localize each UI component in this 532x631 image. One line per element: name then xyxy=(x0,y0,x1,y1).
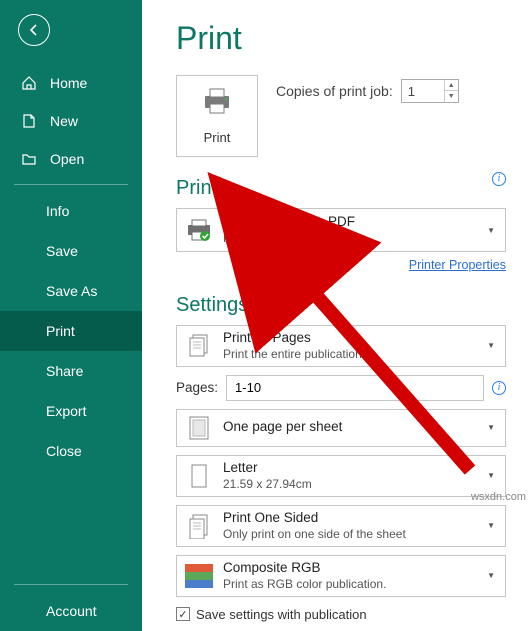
print-button-label: Print xyxy=(204,130,231,145)
main-pane: Print Print Copies of print job: 1 ▲ ▼ xyxy=(142,0,532,631)
chevron-down-icon: ▼ xyxy=(485,423,497,432)
save-settings-label: Save settings with publication xyxy=(196,607,367,622)
printer-status: Ready xyxy=(223,231,475,246)
open-icon xyxy=(20,150,38,168)
sided-sub: Only print on one side of the sheet xyxy=(223,527,475,542)
sidebar-divider xyxy=(14,584,128,585)
nav-new[interactable]: New xyxy=(0,102,142,140)
nav-new-label: New xyxy=(50,113,78,129)
color-dropdown[interactable]: Composite RGB Print as RGB color publica… xyxy=(176,555,506,597)
nav-save-as[interactable]: Save As xyxy=(0,271,142,311)
page-layout-dropdown[interactable]: One page per sheet ▼ xyxy=(176,409,506,447)
print-range-sub: Print the entire publication xyxy=(223,347,475,362)
nav-open-label: Open xyxy=(50,151,84,167)
copies-label: Copies of print job: xyxy=(276,83,393,99)
paper-size-dropdown[interactable]: Letter 21.59 x 27.94cm ▼ xyxy=(176,455,506,497)
nav-export[interactable]: Export xyxy=(0,391,142,431)
save-settings-row: ✓ Save settings with publication xyxy=(176,607,506,622)
nav-open[interactable]: Open xyxy=(0,140,142,178)
print-button[interactable]: Print xyxy=(176,75,258,157)
chevron-down-icon: ▼ xyxy=(485,471,497,480)
nav-share[interactable]: Share xyxy=(0,351,142,391)
back-arrow-icon xyxy=(26,22,42,38)
copies-row: Copies of print job: 1 ▲ ▼ xyxy=(276,79,459,103)
nav-print[interactable]: Print xyxy=(0,311,142,351)
save-settings-checkbox[interactable]: ✓ xyxy=(176,607,190,621)
color-sub: Print as RGB color publication. xyxy=(223,577,475,592)
paper-icon xyxy=(185,462,213,490)
chevron-down-icon: ▼ xyxy=(485,571,497,580)
page-title: Print xyxy=(176,20,506,57)
sided-title: Print One Sided xyxy=(223,510,475,527)
pages-input[interactable] xyxy=(226,375,484,401)
nav-info[interactable]: Info xyxy=(0,191,142,231)
printer-icon xyxy=(201,87,233,120)
page-layout-title: One page per sheet xyxy=(223,419,475,436)
rgb-icon xyxy=(185,562,213,590)
sided-dropdown[interactable]: Print One Sided Only print on one side o… xyxy=(176,505,506,547)
copies-up[interactable]: ▲ xyxy=(445,80,458,91)
print-range-dropdown[interactable]: Print All Pages Print the entire publica… xyxy=(176,325,506,367)
printer-device-icon xyxy=(185,216,213,244)
layout-icon xyxy=(185,414,213,442)
copies-input[interactable]: 1 ▲ ▼ xyxy=(401,79,459,103)
paper-size-sub: 21.59 x 27.94cm xyxy=(223,477,475,492)
one-sided-icon xyxy=(185,512,213,540)
copies-down[interactable]: ▼ xyxy=(445,91,458,102)
sidebar-divider xyxy=(14,184,128,185)
back-button[interactable] xyxy=(18,14,50,46)
nav-home[interactable]: Home xyxy=(0,64,142,102)
paper-size-title: Letter xyxy=(223,460,475,477)
watermark: wsxdn.com xyxy=(471,491,526,503)
nav-account[interactable]: Account xyxy=(0,591,142,631)
backstage-sidebar: Home New Open Info Save Save As Print Sh… xyxy=(0,0,142,631)
printer-info-icon[interactable]: i xyxy=(492,172,506,186)
nav-home-label: Home xyxy=(50,75,87,91)
color-title: Composite RGB xyxy=(223,560,475,577)
settings-section-title: Settings xyxy=(176,294,506,317)
printer-section-title: Printer xyxy=(176,177,235,200)
copies-value: 1 xyxy=(402,84,444,99)
chevron-down-icon: ▼ xyxy=(485,521,497,530)
home-icon xyxy=(20,74,38,92)
new-icon xyxy=(20,112,38,130)
nav-save[interactable]: Save xyxy=(0,231,142,271)
printer-name: Microsoft Print to PDF xyxy=(223,214,475,231)
chevron-down-icon: ▼ xyxy=(485,341,497,350)
pages-info-icon[interactable]: i xyxy=(492,381,506,395)
copies-spinner: ▲ ▼ xyxy=(444,80,458,102)
pages-label: Pages: xyxy=(176,380,218,395)
pages-icon xyxy=(185,332,213,360)
chevron-down-icon: ▼ xyxy=(485,226,497,235)
printer-dropdown[interactable]: Microsoft Print to PDF Ready ▼ xyxy=(176,208,506,252)
nav-close[interactable]: Close xyxy=(0,431,142,471)
printer-properties-link[interactable]: Printer Properties xyxy=(409,258,506,272)
print-range-title: Print All Pages xyxy=(223,330,475,347)
